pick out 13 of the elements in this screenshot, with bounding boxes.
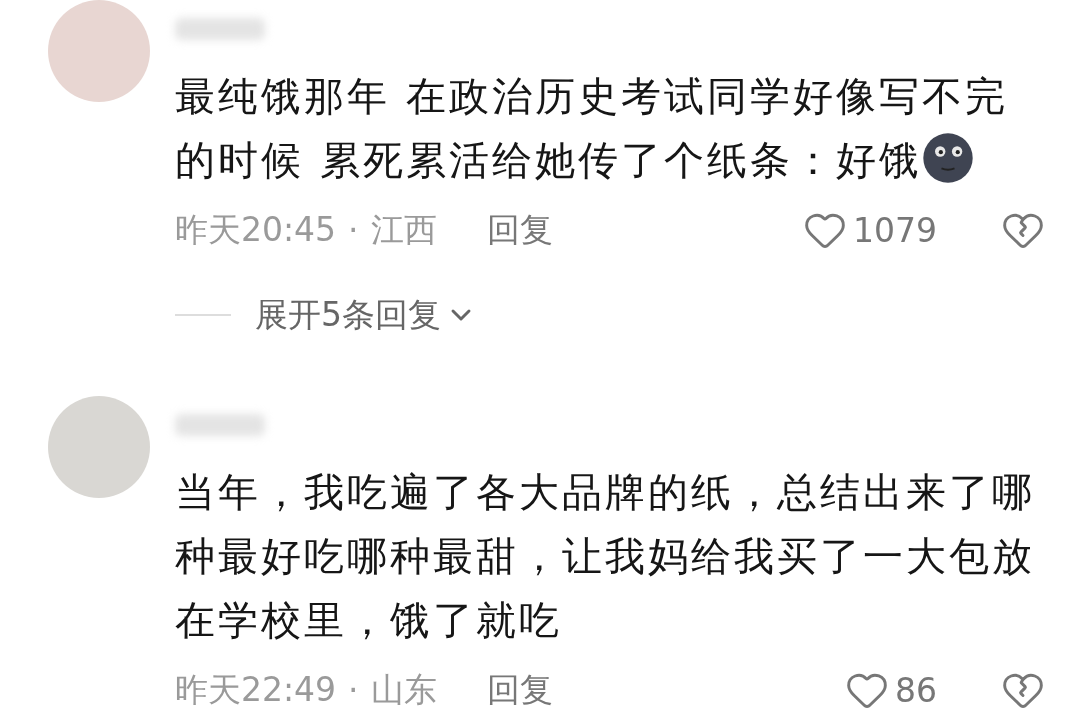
comment-text: 最纯饿那年 在政治历史考试同学好像写不完的时候 累死累活给她传了个纸条：好饿	[175, 72, 1009, 186]
expand-replies-button[interactable]: 展开5条回复	[255, 292, 477, 338]
comment-location: 江西	[370, 208, 437, 251]
like-button[interactable]: 86	[845, 668, 937, 712]
separator-dot: ·	[348, 210, 359, 250]
comment-time: 昨天22:49	[175, 668, 337, 711]
comment-location: 山东	[370, 668, 437, 711]
comment-text: 当年，我吃遍了各大品牌的纸，总结出来了哪种最好吃哪种最甜，让我妈给我买了一大包放在学校里，饿了就吃	[175, 468, 1036, 645]
comment-time: 昨天20:45	[175, 208, 337, 251]
separator-dot: ·	[348, 670, 359, 710]
like-button[interactable]: 1079	[803, 208, 937, 252]
reply-button[interactable]: 回复	[486, 667, 553, 713]
reply-button[interactable]: 回复	[486, 207, 553, 253]
